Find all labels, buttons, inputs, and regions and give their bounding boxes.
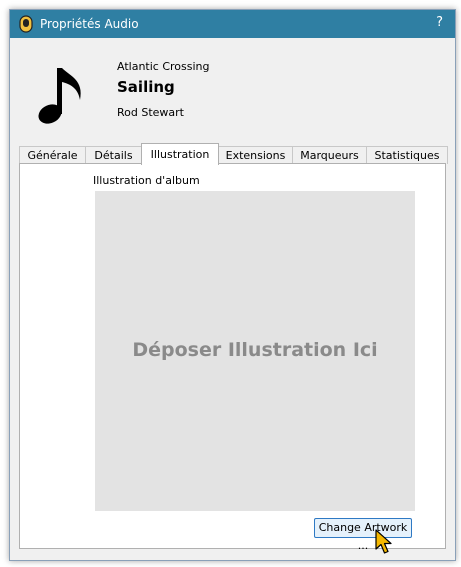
tab-bar: Générale Détails Illustration Extensions… bbox=[19, 143, 448, 165]
album-name: Atlantic Crossing bbox=[117, 60, 210, 73]
audio-properties-dialog: Propriétés Audio ? Atlantic Crossing Sai… bbox=[9, 9, 456, 561]
tab-general[interactable]: Générale bbox=[19, 146, 86, 164]
illustration-panel: Illustration d'album Déposer Illustratio… bbox=[19, 163, 446, 552]
window-title: Propriétés Audio bbox=[40, 17, 139, 31]
change-artwork-button[interactable]: Change Artwork ... bbox=[314, 518, 412, 552]
tab-details[interactable]: Détails bbox=[85, 146, 142, 164]
tab-illustration[interactable]: Illustration bbox=[141, 143, 219, 165]
tab-extensions[interactable]: Extensions bbox=[218, 146, 293, 164]
music-note-icon bbox=[38, 68, 81, 124]
tab-statistiques[interactable]: Statistiques bbox=[366, 146, 448, 164]
artist-name: Rod Stewart bbox=[117, 106, 184, 119]
mouse-cursor-icon bbox=[375, 529, 392, 554]
tab-marqueurs[interactable]: Marqueurs bbox=[292, 146, 367, 164]
title-bar[interactable]: Propriétés Audio ? bbox=[10, 10, 455, 38]
app-icon bbox=[19, 15, 33, 33]
help-button[interactable]: ? bbox=[436, 15, 443, 30]
track-title: Sailing bbox=[117, 78, 175, 96]
drop-text: Déposer Illustration Ici bbox=[132, 339, 378, 361]
artwork-drop-zone[interactable]: Déposer Illustration Ici bbox=[95, 191, 415, 511]
artwork-label: Illustration d'album bbox=[93, 174, 200, 187]
